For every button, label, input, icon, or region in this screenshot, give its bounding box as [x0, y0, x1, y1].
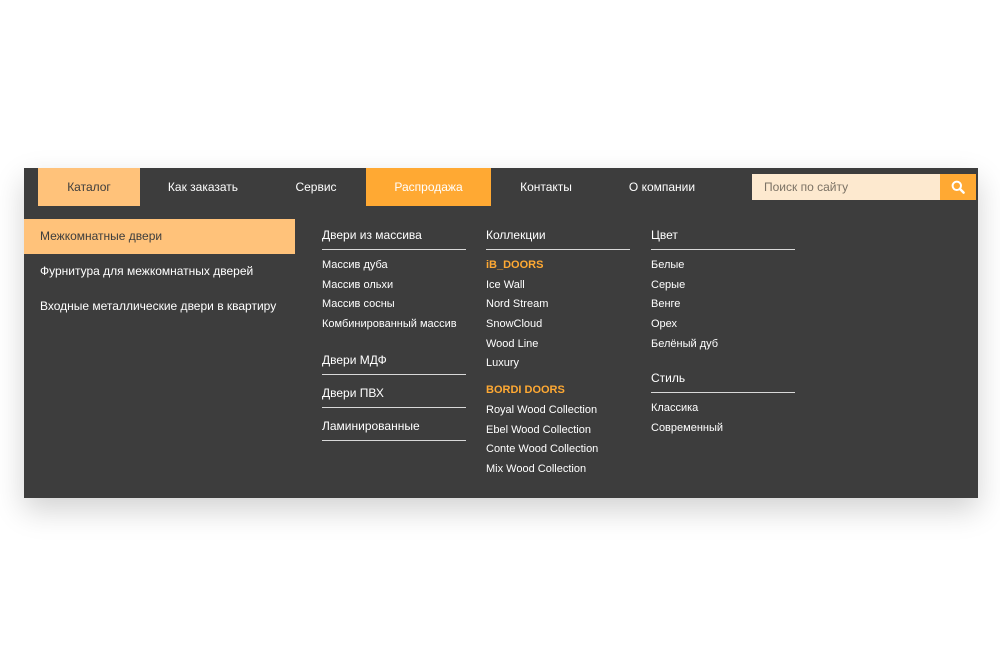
nav-contacts[interactable]: Контакты: [491, 168, 601, 206]
link-wood-line[interactable]: Wood Line: [486, 335, 630, 355]
brand-bordi-doors[interactable]: BORDI DOORS: [486, 381, 630, 401]
link-combined[interactable]: Комбинированный массив: [322, 315, 466, 335]
link-bleached-oak[interactable]: Белёный дуб: [651, 335, 795, 355]
menu-column-color-style: Цвет Белые Серые Венге Орех Белёный дуб …: [651, 227, 795, 439]
heading-laminated-doors[interactable]: Ламинированные: [322, 418, 466, 441]
search-button[interactable]: [940, 174, 976, 200]
brand-ib-doors[interactable]: iB_DOORS: [486, 256, 630, 276]
menu-column-materials: Двери из массива Массив дуба Массив ольх…: [322, 227, 466, 441]
link-wenge[interactable]: Венге: [651, 295, 795, 315]
link-pine[interactable]: Массив сосны: [322, 295, 466, 315]
nav-how-to-order[interactable]: Как заказать: [140, 168, 266, 206]
link-ebel-wood[interactable]: Ebel Wood Collection: [486, 421, 630, 441]
link-conte-wood[interactable]: Conte Wood Collection: [486, 440, 630, 460]
heading-style[interactable]: Стиль: [651, 370, 795, 394]
search-input[interactable]: [752, 174, 940, 200]
sidebar-item-interior-doors[interactable]: Межкомнатные двери: [24, 219, 295, 254]
link-ice-wall[interactable]: Ice Wall: [486, 276, 630, 296]
link-nord-stream[interactable]: Nord Stream: [486, 295, 630, 315]
nav-service[interactable]: Сервис: [266, 168, 366, 206]
link-walnut[interactable]: Орех: [651, 315, 795, 335]
link-snowcloud[interactable]: SnowCloud: [486, 315, 630, 335]
sidebar: Межкомнатные двери Фурнитура для межкомн…: [24, 219, 295, 324]
top-nav: Каталог Как заказать Сервис Распродажа К…: [24, 168, 978, 206]
heading-solid-wood-doors[interactable]: Двери из массива: [322, 227, 466, 250]
heading-mdf-doors[interactable]: Двери МДФ: [322, 352, 466, 375]
link-white[interactable]: Белые: [651, 256, 795, 276]
heading-color[interactable]: Цвет: [651, 227, 795, 250]
link-luxury[interactable]: Luxury: [486, 354, 630, 374]
link-oak[interactable]: Массив дуба: [322, 256, 466, 276]
link-modern[interactable]: Современный: [651, 419, 795, 439]
link-mix-wood[interactable]: Mix Wood Collection: [486, 460, 630, 480]
menu-column-collections: Коллекции iB_DOORS Ice Wall Nord Stream …: [486, 227, 630, 480]
link-alder[interactable]: Массив ольхи: [322, 276, 466, 296]
nav-sale[interactable]: Распродажа: [366, 168, 491, 206]
nav-about[interactable]: О компании: [601, 168, 723, 206]
link-grey[interactable]: Серые: [651, 276, 795, 296]
link-classic[interactable]: Классика: [651, 399, 795, 419]
nav-catalog[interactable]: Каталог: [38, 168, 140, 206]
heading-collections[interactable]: Коллекции: [486, 227, 630, 250]
heading-pvc-doors[interactable]: Двери ПВХ: [322, 385, 466, 408]
link-royal-wood[interactable]: Royal Wood Collection: [486, 401, 630, 421]
sidebar-item-interior-hardware[interactable]: Фурнитура для межкомнатных дверей: [24, 254, 295, 289]
mega-menu-panel: Каталог Как заказать Сервис Распродажа К…: [24, 168, 978, 498]
sidebar-item-entrance-metal-doors[interactable]: Входные металлические двери в квартиру: [24, 289, 295, 324]
search-icon: [951, 180, 965, 194]
